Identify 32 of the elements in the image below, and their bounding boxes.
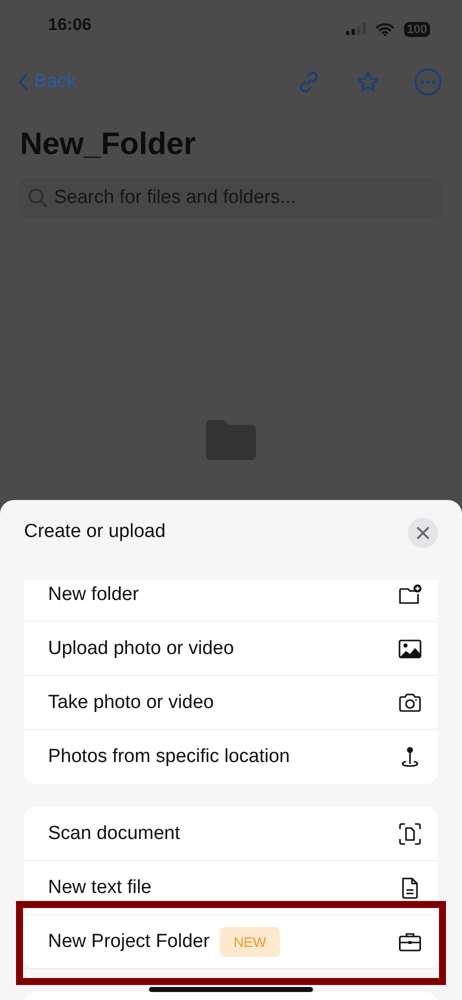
camera-icon bbox=[398, 690, 422, 714]
menu-item[interactable]: New folder bbox=[24, 580, 438, 622]
sheet-title: Create or upload bbox=[24, 520, 166, 544]
more-icon[interactable] bbox=[414, 68, 442, 96]
chevron-left-icon bbox=[18, 73, 28, 91]
menu-item-label: Take photo or video bbox=[48, 692, 214, 714]
menu-item[interactable]: New Project Folder NEW bbox=[24, 915, 438, 969]
menu-item-label: New text file bbox=[48, 876, 152, 898]
menu-item[interactable]: Take photo or video bbox=[24, 676, 438, 730]
close-button[interactable] bbox=[408, 518, 438, 548]
scan-document-icon bbox=[398, 822, 422, 846]
menu-item[interactable]: Scan document bbox=[24, 807, 438, 861]
menu-item-label: Photos from specific location bbox=[48, 746, 290, 768]
menu-item-label: New folder bbox=[48, 584, 139, 606]
menu-item-label: New Project Folder bbox=[48, 930, 210, 952]
signal-icon bbox=[346, 23, 366, 35]
image-icon bbox=[398, 636, 422, 660]
close-icon bbox=[416, 526, 430, 540]
menu-item[interactable]: Photos from specific location bbox=[24, 730, 438, 784]
menu-item-label: Upload photo or video bbox=[48, 638, 234, 660]
menu-item[interactable]: New text file bbox=[24, 861, 438, 915]
new-badge: NEW bbox=[220, 926, 280, 956]
wifi-icon bbox=[376, 22, 394, 36]
clock-time: 16:06 bbox=[48, 15, 92, 35]
battery-indicator: 100 bbox=[404, 22, 430, 36]
folder-plus-icon bbox=[398, 582, 422, 606]
folder-icon bbox=[204, 418, 258, 460]
menu-item[interactable]: Upload photo or video bbox=[24, 622, 438, 676]
menu-item-label: Scan document bbox=[48, 822, 180, 844]
folder-title: New_Folder bbox=[20, 125, 197, 163]
search-icon bbox=[28, 188, 48, 208]
star-icon[interactable] bbox=[356, 70, 380, 94]
